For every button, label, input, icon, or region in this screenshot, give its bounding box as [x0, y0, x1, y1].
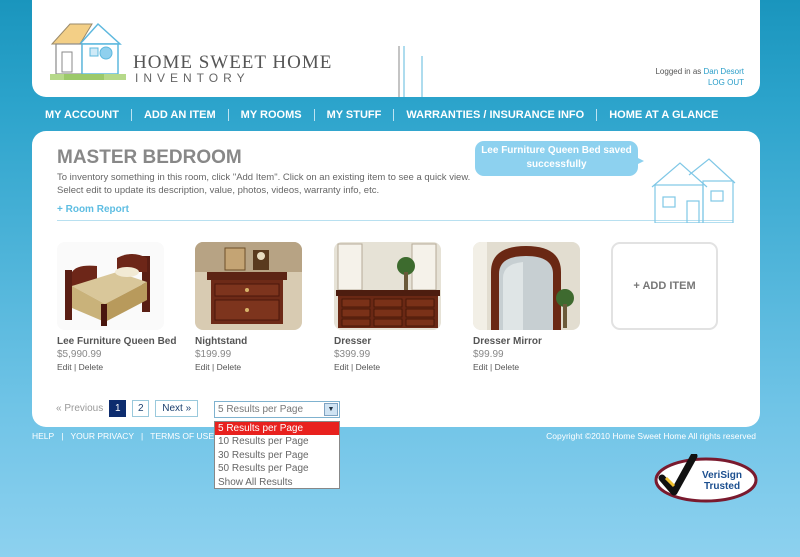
- site-header: HOME SWEET HOME INVENTORY Logged in as D…: [32, 0, 760, 97]
- save-notification: Lee Furniture Queen Bed saved successful…: [475, 141, 638, 176]
- item-card[interactable]: Dresser $399.99 Edit | Delete: [334, 242, 454, 372]
- verisign-badge[interactable]: VeriSign Trusted: [654, 452, 764, 504]
- notification-tail: [632, 155, 644, 167]
- mirror-photo[interactable]: [473, 242, 580, 330]
- delete-link[interactable]: Delete: [79, 362, 104, 372]
- footer-links: HELP | YOUR PRIVACY | TERMS OF USE: [32, 431, 214, 441]
- user-name-link[interactable]: Dan Desort: [704, 67, 744, 76]
- add-item-button[interactable]: + ADD ITEM: [611, 242, 718, 330]
- room-instructions: To inventory something in this room, cli…: [57, 172, 471, 196]
- item-name[interactable]: Lee Furniture Queen Bed: [57, 336, 177, 347]
- copyright-text: Copyright ©2010 Home Sweet Home All righ…: [546, 431, 756, 441]
- item-price: $199.99: [195, 349, 232, 360]
- nav-home-at-a-glance[interactable]: HOME AT A GLANCE: [597, 109, 730, 121]
- section-divider: [57, 220, 733, 221]
- delete-link[interactable]: Delete: [217, 362, 242, 372]
- bed-photo[interactable]: [57, 242, 164, 330]
- page-1-button[interactable]: 1: [109, 400, 127, 417]
- delete-link[interactable]: Delete: [495, 362, 520, 372]
- footer-privacy-link[interactable]: YOUR PRIVACY: [70, 431, 134, 441]
- main-nav: MY ACCOUNT ADD AN ITEM MY ROOMS MY STUFF…: [32, 104, 760, 126]
- house-outline-icon: [651, 158, 736, 223]
- dropdown-option[interactable]: 10 Results per Page: [215, 435, 339, 448]
- dropdown-option[interactable]: 5 Results per Page: [215, 422, 339, 436]
- dropdown-option[interactable]: Show All Results: [215, 476, 339, 489]
- nav-warranties-insurance[interactable]: WARRANTIES / INSURANCE INFO: [394, 109, 598, 121]
- footer-help-link[interactable]: HELP: [32, 431, 54, 441]
- dropdown-option[interactable]: 30 Results per Page: [215, 449, 339, 462]
- dresser-photo[interactable]: [334, 242, 441, 330]
- room-report-link[interactable]: + Room Report: [57, 204, 129, 215]
- nav-add-an-item[interactable]: ADD AN ITEM: [132, 109, 229, 121]
- item-name[interactable]: Dresser Mirror: [473, 336, 593, 347]
- item-card[interactable]: Dresser Mirror $99.99 Edit | Delete: [473, 242, 593, 372]
- next-page-button[interactable]: Next »: [155, 400, 199, 417]
- house-logo-icon[interactable]: [50, 18, 128, 82]
- item-price: $399.99: [334, 349, 371, 360]
- chevron-down-icon[interactable]: ▼: [324, 403, 338, 416]
- edit-link[interactable]: Edit: [334, 362, 349, 372]
- separator: |: [61, 431, 64, 441]
- logout-link[interactable]: LOG OUT: [708, 78, 744, 87]
- nav-my-stuff[interactable]: MY STUFF: [315, 109, 395, 121]
- item-card[interactable]: Nightstand $199.99 Edit | Delete: [195, 242, 315, 372]
- verisign-line2: Trusted: [704, 481, 740, 492]
- separator: |: [141, 431, 144, 441]
- edit-link[interactable]: Edit: [57, 362, 72, 372]
- page-2-button[interactable]: 2: [132, 400, 150, 417]
- logo-subtitle: INVENTORY: [135, 71, 250, 85]
- page-title: MASTER BEDROOM: [57, 147, 242, 168]
- verisign-line1: VeriSign: [702, 470, 742, 481]
- results-per-page-select[interactable]: 5 Results per Page ▼: [214, 401, 340, 418]
- decorative-lines: [398, 46, 423, 97]
- nav-my-account[interactable]: MY ACCOUNT: [32, 109, 132, 121]
- previous-page-link: « Previous: [56, 403, 104, 414]
- footer-terms-link[interactable]: TERMS OF USE: [150, 431, 214, 441]
- nav-my-rooms[interactable]: MY ROOMS: [229, 109, 315, 121]
- item-name[interactable]: Dresser: [334, 336, 454, 347]
- main-panel: MASTER BEDROOM To inventory something in…: [32, 131, 760, 427]
- dropdown-option[interactable]: 50 Results per Page: [215, 462, 339, 475]
- nightstand-photo[interactable]: [195, 242, 302, 330]
- results-per-page-dropdown: 5 Results per Page 10 Results per Page 3…: [214, 421, 340, 489]
- edit-link[interactable]: Edit: [195, 362, 210, 372]
- item-price: $99.99: [473, 349, 504, 360]
- item-price: $5,990.99: [57, 349, 102, 360]
- verisign-check-icon: VeriSign Trusted: [654, 452, 758, 503]
- logged-in-label: Logged in as: [655, 67, 702, 76]
- delete-link[interactable]: Delete: [356, 362, 381, 372]
- login-info: Logged in as Dan Desort LOG OUT: [655, 66, 744, 88]
- item-name[interactable]: Nightstand: [195, 336, 315, 347]
- select-value: 5 Results per Page: [218, 404, 304, 415]
- edit-link[interactable]: Edit: [473, 362, 488, 372]
- pagination: « Previous 1 2 Next »: [56, 400, 199, 417]
- item-card[interactable]: Lee Furniture Queen Bed $5,990.99 Edit |…: [57, 242, 177, 372]
